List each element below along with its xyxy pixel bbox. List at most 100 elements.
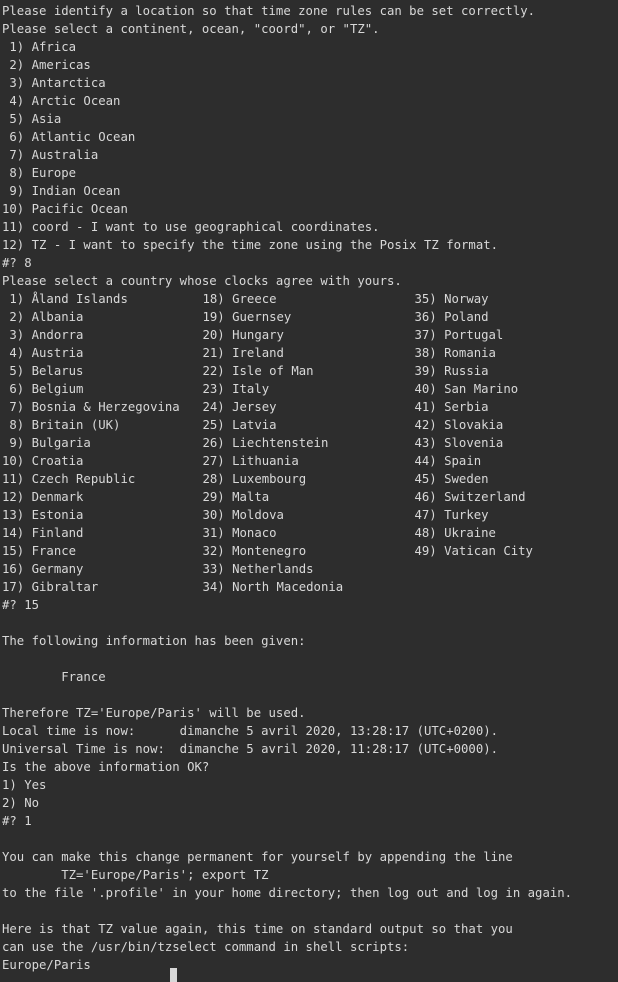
country-menu-prompt[interactable]: #? 15 xyxy=(2,596,618,614)
country-menu-row[interactable]: 9) Bulgaria 26) Liechtenstein 43) Sloven… xyxy=(2,434,618,452)
country-menu-item[interactable]: 44) Spain xyxy=(415,452,482,470)
permanent-line-1: You can make this change permanent for y… xyxy=(2,850,513,864)
country-menu-row[interactable]: 16) Germany 33) Netherlands xyxy=(2,560,618,578)
continent-menu-item[interactable]: 1) Africa xyxy=(2,38,618,56)
continent-menu-item[interactable]: 2) Americas xyxy=(2,56,618,74)
country-menu-item[interactable]: 48) Ukraine xyxy=(415,524,496,542)
country-menu-item[interactable]: 31) Monaco xyxy=(203,524,277,542)
country-menu-item[interactable]: 17) Gibraltar xyxy=(2,578,98,596)
country-menu-item[interactable]: 33) Netherlands xyxy=(203,560,314,578)
text-cursor xyxy=(170,968,178,982)
country-menu-item[interactable]: 23) Italy xyxy=(203,380,270,398)
country-menu-item[interactable]: 19) Guernsey xyxy=(203,308,292,326)
continent-menu-item[interactable]: 12) TZ - I want to specify the time zone… xyxy=(2,236,618,254)
intro-line-2: Please select a continent, ocean, "coord… xyxy=(2,22,380,36)
country-menu-item[interactable]: 46) Switzerland xyxy=(415,488,526,506)
country-menu-item[interactable]: 25) Latvia xyxy=(203,416,277,434)
intro-line-1: Please identify a location so that time … xyxy=(2,4,536,18)
continent-menu-item[interactable]: 7) Australia xyxy=(2,146,618,164)
country-menu-item[interactable]: 14) Finland xyxy=(2,524,83,542)
continent-menu-prompt[interactable]: #? 8 xyxy=(2,254,618,272)
country-menu-row[interactable]: 7) Bosnia & Herzegovina 24) Jersey 41) S… xyxy=(2,398,618,416)
country-menu-item[interactable]: 9) Bulgaria xyxy=(2,434,90,452)
country-menu-item[interactable]: 30) Moldova xyxy=(203,506,284,524)
country-menu-item[interactable]: 28) Luxembourg xyxy=(203,470,307,488)
country-menu-item[interactable]: 8) Britain (UK) xyxy=(2,416,120,434)
country-menu-row[interactable]: 6) Belgium 23) Italy 40) San Marino xyxy=(2,380,618,398)
country-menu-item[interactable]: 42) Slovakia xyxy=(415,416,504,434)
continent-menu-item[interactable]: 6) Atlantic Ocean xyxy=(2,128,618,146)
terminal-screen[interactable]: Please identify a location so that time … xyxy=(0,0,618,982)
continent-menu-item[interactable]: 11) coord - I want to use geographical c… xyxy=(2,218,618,236)
country-menu-row[interactable]: 13) Estonia 30) Moldova 47) Turkey xyxy=(2,506,618,524)
country-menu-row[interactable]: 11) Czech Republic 28) Luxembourg 45) Sw… xyxy=(2,470,618,488)
country-menu-item[interactable]: 39) Russia xyxy=(415,362,489,380)
country-menu-item[interactable]: 6) Belgium xyxy=(2,380,83,398)
continent-menu-item[interactable]: 9) Indian Ocean xyxy=(2,182,618,200)
country-menu-item[interactable]: 38) Romania xyxy=(415,344,496,362)
country-menu-item[interactable]: 32) Montenegro xyxy=(203,542,307,560)
permanent-line-3: to the file '.profile' in your home dire… xyxy=(2,886,573,900)
permanent-line-2: TZ='Europe/Paris'; export TZ xyxy=(2,868,269,882)
country-menu-item[interactable]: 21) Ireland xyxy=(203,344,284,362)
country-menu-item[interactable]: 2) Albania xyxy=(2,308,83,326)
tz-value-output: Europe/Paris xyxy=(2,958,91,972)
country-menu-row[interactable]: 17) Gibraltar 34) North Macedonia xyxy=(2,578,618,596)
confirm-prompt[interactable]: #? 1 xyxy=(2,812,618,830)
country-menu-item[interactable]: 36) Poland xyxy=(415,308,489,326)
country-menu-item[interactable]: 16) Germany xyxy=(2,560,83,578)
continent-menu-item[interactable]: 5) Asia xyxy=(2,110,618,128)
confirm-option-no[interactable]: 2) No xyxy=(2,794,618,812)
country-menu-row[interactable]: 10) Croatia 27) Lithuania 44) Spain xyxy=(2,452,618,470)
country-menu-item[interactable]: 11) Czech Republic xyxy=(2,470,135,488)
country-menu-row[interactable]: 2) Albania 19) Guernsey 36) Poland xyxy=(2,308,618,326)
country-menu-item[interactable]: 26) Liechtenstein xyxy=(203,434,329,452)
country-menu-item[interactable]: 7) Bosnia & Herzegovina xyxy=(2,398,179,416)
country-menu-row[interactable]: 5) Belarus 22) Isle of Man 39) Russia xyxy=(2,362,618,380)
country-menu-item[interactable]: 49) Vatican City xyxy=(415,542,533,560)
country-menu-item[interactable]: 4) Austria xyxy=(2,344,83,362)
country-menu-item[interactable]: 5) Belarus xyxy=(2,362,83,380)
summary-therefore: Therefore TZ='Europe/Paris' will be used… xyxy=(2,706,306,720)
country-menu-item[interactable]: 34) North Macedonia xyxy=(203,578,344,596)
country-menu-row[interactable]: 1) Åland Islands 18) Greece 35) Norway xyxy=(2,290,618,308)
country-menu-row[interactable]: 12) Denmark 29) Malta 46) Switzerland xyxy=(2,488,618,506)
country-prompt: Please select a country whose clocks agr… xyxy=(2,274,402,288)
country-menu-item[interactable]: 3) Andorra xyxy=(2,326,83,344)
country-menu-item[interactable]: 47) Turkey xyxy=(415,506,489,524)
country-menu-item[interactable]: 12) Denmark xyxy=(2,488,83,506)
continent-menu-item[interactable]: 4) Arctic Ocean xyxy=(2,92,618,110)
country-menu-item[interactable]: 10) Croatia xyxy=(2,452,83,470)
country-menu-item[interactable]: 35) Norway xyxy=(415,290,489,308)
country-menu-item[interactable]: 20) Hungary xyxy=(203,326,284,344)
country-menu-item[interactable]: 43) Slovenia xyxy=(415,434,504,452)
country-menu-item[interactable]: 13) Estonia xyxy=(2,506,83,524)
country-menu-item[interactable]: 22) Isle of Man xyxy=(203,362,314,380)
country-menu-item[interactable]: 27) Lithuania xyxy=(203,452,299,470)
country-menu-row[interactable]: 3) Andorra 20) Hungary 37) Portugal xyxy=(2,326,618,344)
country-menu-item[interactable]: 37) Portugal xyxy=(415,326,504,344)
country-menu-row[interactable]: 4) Austria 21) Ireland 38) Romania xyxy=(2,344,618,362)
country-menu-row[interactable]: 8) Britain (UK) 25) Latvia 42) Slovakia xyxy=(2,416,618,434)
summary-value: France xyxy=(2,670,106,684)
stdout-line-1: Here is that TZ value again, this time o… xyxy=(2,922,513,936)
country-menu-item[interactable]: 29) Malta xyxy=(203,488,270,506)
stdout-line-2: can use the /usr/bin/tzselect command in… xyxy=(2,940,410,954)
country-menu-item[interactable]: 1) Åland Islands xyxy=(2,290,127,308)
country-menu-item[interactable]: 40) San Marino xyxy=(415,380,519,398)
country-menu-row[interactable]: 14) Finland 31) Monaco 48) Ukraine xyxy=(2,524,618,542)
confirm-option-yes[interactable]: 1) Yes xyxy=(2,776,618,794)
universal-time-line: Universal Time is now: dimanche 5 avril … xyxy=(2,742,499,756)
country-menu-row[interactable]: 15) France 32) Montenegro 49) Vatican Ci… xyxy=(2,542,618,560)
country-menu-item[interactable]: 18) Greece xyxy=(203,290,277,308)
continent-menu-item[interactable]: 8) Europe xyxy=(2,164,618,182)
country-menu-item[interactable]: 24) Jersey xyxy=(203,398,277,416)
continent-menu-item[interactable]: 3) Antarctica xyxy=(2,74,618,92)
country-menu-item[interactable]: 15) France xyxy=(2,542,76,560)
continent-menu-item[interactable]: 10) Pacific Ocean xyxy=(2,200,618,218)
country-menu-item[interactable]: 45) Sweden xyxy=(415,470,489,488)
country-menu-item[interactable]: 41) Serbia xyxy=(415,398,489,416)
